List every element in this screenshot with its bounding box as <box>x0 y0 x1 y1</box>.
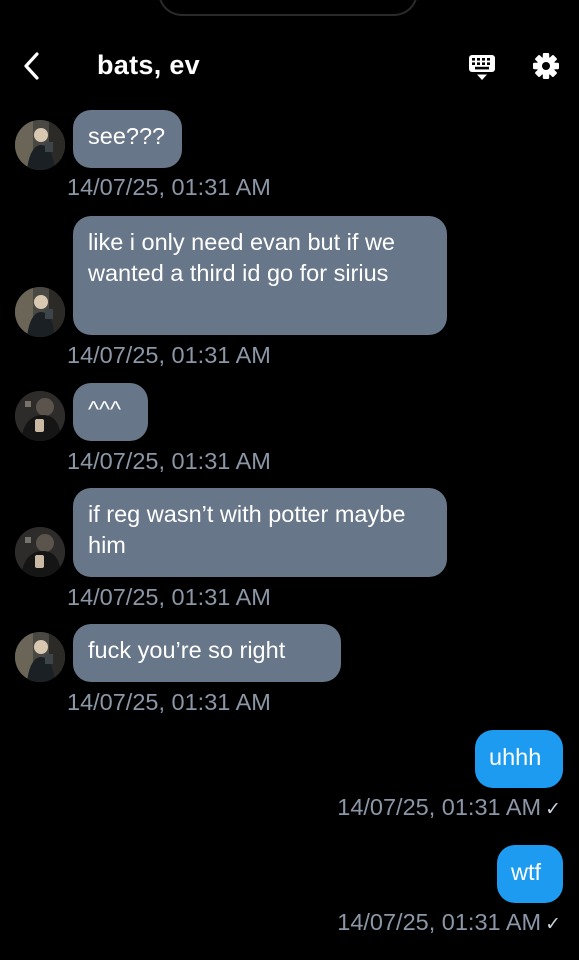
message-timestamp: 14/07/25, 01:31 AM <box>67 689 271 715</box>
avatar-photo <box>15 632 65 682</box>
chat-title: bats, ev <box>97 50 200 80</box>
avatar-photo <box>15 120 65 170</box>
avatar[interactable] <box>15 632 65 682</box>
dynamic-island <box>158 0 418 16</box>
back-button[interactable] <box>14 48 50 84</box>
chat-header: bats, ev <box>0 40 579 92</box>
chevron-left-icon <box>24 52 39 80</box>
message-bubble-incoming[interactable]: like i only need evan but if we wanted a… <box>73 216 447 335</box>
message-bubble-incoming[interactable]: if reg wasn’t with potter maybe him <box>73 488 447 577</box>
message-bubble-outgoing[interactable]: uhhh <box>475 730 563 788</box>
message-timestamp: 14/07/25, 01:31 AM <box>67 342 271 368</box>
avatar-photo <box>15 287 65 337</box>
message-bubble-incoming[interactable]: see??? <box>73 110 182 168</box>
settings-button[interactable] <box>528 48 564 84</box>
message-timestamp: 14/07/25, 01:31 AM ✓ <box>337 794 561 821</box>
avatar[interactable] <box>15 391 65 441</box>
keyboard-icon <box>469 55 495 80</box>
message-bubble-incoming[interactable]: fuck you’re so right <box>73 624 341 682</box>
message-bubble-outgoing[interactable]: wtf <box>497 845 563 903</box>
message-timestamp: 14/07/25, 01:31 AM <box>67 448 271 474</box>
message-timestamp: 14/07/25, 01:31 AM <box>67 174 271 200</box>
message-timestamp-text: 14/07/25, 01:31 AM <box>337 909 542 935</box>
message-timestamp: 14/07/25, 01:31 AM ✓ <box>337 909 561 936</box>
avatar-photo <box>15 391 65 441</box>
sent-check-icon: ✓ <box>545 914 561 935</box>
message-timestamp-text: 14/07/25, 01:31 AM <box>337 794 542 820</box>
sent-check-icon: ✓ <box>545 799 561 820</box>
keyboard-button[interactable] <box>464 50 500 84</box>
message-timestamp: 14/07/25, 01:31 AM <box>67 584 271 610</box>
avatar[interactable] <box>15 287 65 337</box>
gear-icon <box>533 53 559 79</box>
avatar[interactable] <box>15 120 65 170</box>
avatar[interactable] <box>15 527 65 577</box>
message-bubble-incoming[interactable]: ^^^ <box>73 383 148 441</box>
avatar-photo <box>15 527 65 577</box>
